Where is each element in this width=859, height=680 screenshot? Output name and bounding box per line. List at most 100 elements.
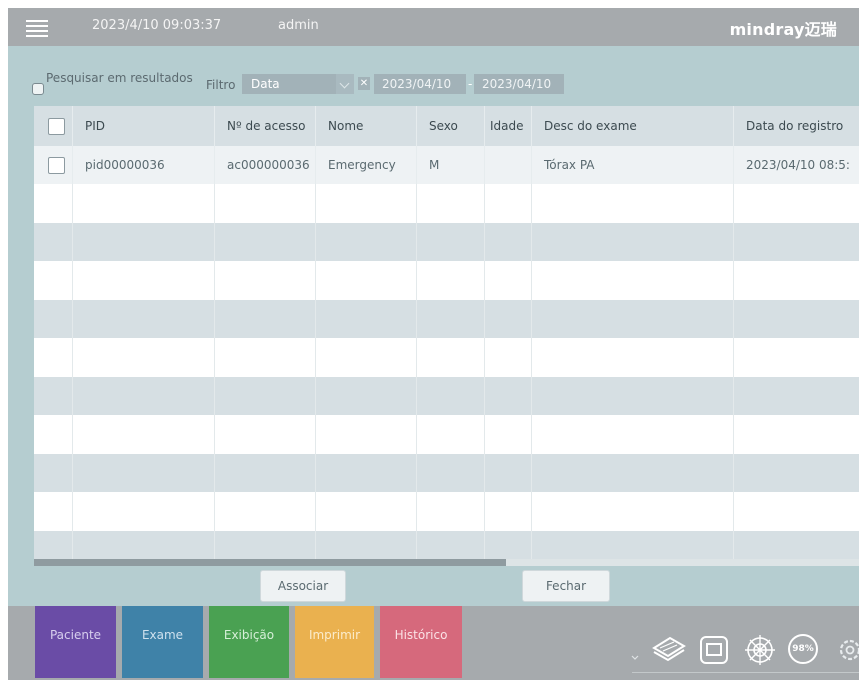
- column-divider: [315, 184, 316, 223]
- table-row-empty: [34, 415, 859, 454]
- menu-icon[interactable]: [26, 20, 48, 37]
- patient-table: PID Nº de acesso Nome Sexo Idade Desc do…: [34, 106, 859, 566]
- column-divider: [72, 222, 73, 261]
- col-name[interactable]: Nome: [316, 106, 417, 146]
- column-divider: [484, 184, 485, 223]
- column-divider: [214, 415, 215, 454]
- column-divider: [484, 492, 485, 531]
- scrollbar-thumb[interactable]: [34, 559, 506, 566]
- column-divider: [733, 299, 734, 338]
- tab-patient[interactable]: Paciente: [35, 606, 116, 678]
- column-divider: [72, 338, 73, 377]
- filter-bar: Pesquisar em resultados Filtro Data ✕ 20…: [8, 64, 859, 104]
- table-row-empty: [34, 376, 859, 415]
- column-divider: [531, 453, 532, 492]
- column-divider: [214, 338, 215, 377]
- column-divider: [733, 338, 734, 377]
- column-divider: [531, 338, 532, 377]
- column-divider: [733, 453, 734, 492]
- column-divider: [214, 376, 215, 415]
- column-divider: [72, 453, 73, 492]
- column-divider: [72, 299, 73, 338]
- column-divider: [214, 453, 215, 492]
- filter-label: Filtro: [206, 78, 236, 92]
- column-divider: [531, 184, 532, 223]
- tab-print[interactable]: Imprimir: [295, 606, 374, 678]
- user-label: admin: [278, 18, 319, 33]
- column-divider: [531, 492, 532, 531]
- table-row-empty: [34, 222, 859, 261]
- column-divider: [72, 492, 73, 531]
- column-divider: [416, 415, 417, 454]
- settings-icon[interactable]: [836, 636, 859, 664]
- column-divider: [733, 222, 734, 261]
- column-divider: [484, 338, 485, 377]
- column-divider: [315, 492, 316, 531]
- column-divider: [72, 376, 73, 415]
- network-icon[interactable]: [742, 632, 778, 668]
- table-row-empty: [34, 492, 859, 531]
- col-exam-desc[interactable]: Desc do exame: [532, 106, 734, 146]
- column-divider: [72, 184, 73, 223]
- printer-layers-icon[interactable]: [648, 634, 688, 668]
- filter-select[interactable]: Data: [242, 74, 354, 94]
- row-checkbox[interactable]: [48, 157, 65, 174]
- column-divider: [416, 453, 417, 492]
- table-row[interactable]: pid00000036 ac000000036 Emergency M Tóra…: [34, 146, 859, 184]
- tab-display[interactable]: Exibição: [209, 606, 289, 678]
- app-window: 2023/4/10 09:03:37 admin mindray迈瑞 Pesqu…: [8, 8, 859, 680]
- column-divider: [416, 184, 417, 223]
- col-pid[interactable]: PID: [73, 106, 215, 146]
- chevron-down-icon[interactable]: [631, 654, 639, 662]
- row-checkbox-cell: [34, 146, 73, 184]
- col-registration-date[interactable]: Data do registro: [734, 106, 859, 146]
- bottom-bar: Paciente Exame Exibição Imprimir Históri…: [8, 606, 859, 680]
- monitor-icon[interactable]: [698, 634, 730, 666]
- column-divider: [531, 261, 532, 300]
- column-divider: [416, 338, 417, 377]
- column-divider: [214, 299, 215, 338]
- date-from-field[interactable]: 2023/04/10: [374, 74, 466, 94]
- column-divider: [315, 222, 316, 261]
- table-header: PID Nº de acesso Nome Sexo Idade Desc do…: [34, 106, 859, 146]
- tab-history[interactable]: Histórico: [380, 606, 462, 678]
- table-row-empty: [34, 338, 859, 377]
- col-sex[interactable]: Sexo: [417, 106, 485, 146]
- column-divider: [484, 415, 485, 454]
- col-age[interactable]: Idade: [485, 106, 532, 146]
- chevron-down-icon[interactable]: [336, 74, 354, 94]
- cell-registration-date: 2023/04/10 08:5:: [746, 158, 850, 172]
- column-divider: [72, 261, 73, 300]
- datetime-label: 2023/4/10 09:03:37: [92, 18, 222, 33]
- filter-select-value: Data: [251, 77, 280, 91]
- column-divider: [733, 184, 734, 223]
- column-divider: [416, 492, 417, 531]
- column-divider: [315, 453, 316, 492]
- column-divider: [733, 376, 734, 415]
- date-to-field[interactable]: 2023/04/10: [474, 74, 564, 94]
- column-divider: [531, 299, 532, 338]
- associate-button[interactable]: Associar: [260, 570, 346, 602]
- cell-age: [485, 146, 532, 184]
- column-divider: [531, 415, 532, 454]
- horizontal-scrollbar[interactable]: [34, 559, 859, 566]
- table-row-empty: [34, 299, 859, 338]
- column-divider: [416, 376, 417, 415]
- brand-logo: mindray迈瑞: [729, 20, 837, 39]
- search-in-results-checkbox[interactable]: [32, 83, 44, 95]
- column-divider: [315, 299, 316, 338]
- column-divider: [416, 261, 417, 300]
- column-divider: [484, 261, 485, 300]
- column-divider: [531, 222, 532, 261]
- select-all-checkbox[interactable]: [48, 118, 65, 135]
- col-accession[interactable]: Nº de acesso: [215, 106, 316, 146]
- column-divider: [733, 261, 734, 300]
- close-button[interactable]: Fechar: [522, 570, 610, 602]
- tab-exam[interactable]: Exame: [122, 606, 203, 678]
- clear-icon[interactable]: ✕: [358, 77, 370, 90]
- column-divider: [484, 376, 485, 415]
- date-separator: -: [468, 77, 473, 91]
- status-divider: [632, 672, 859, 673]
- column-divider: [416, 299, 417, 338]
- top-bar: 2023/4/10 09:03:37 admin mindray迈瑞: [8, 8, 859, 46]
